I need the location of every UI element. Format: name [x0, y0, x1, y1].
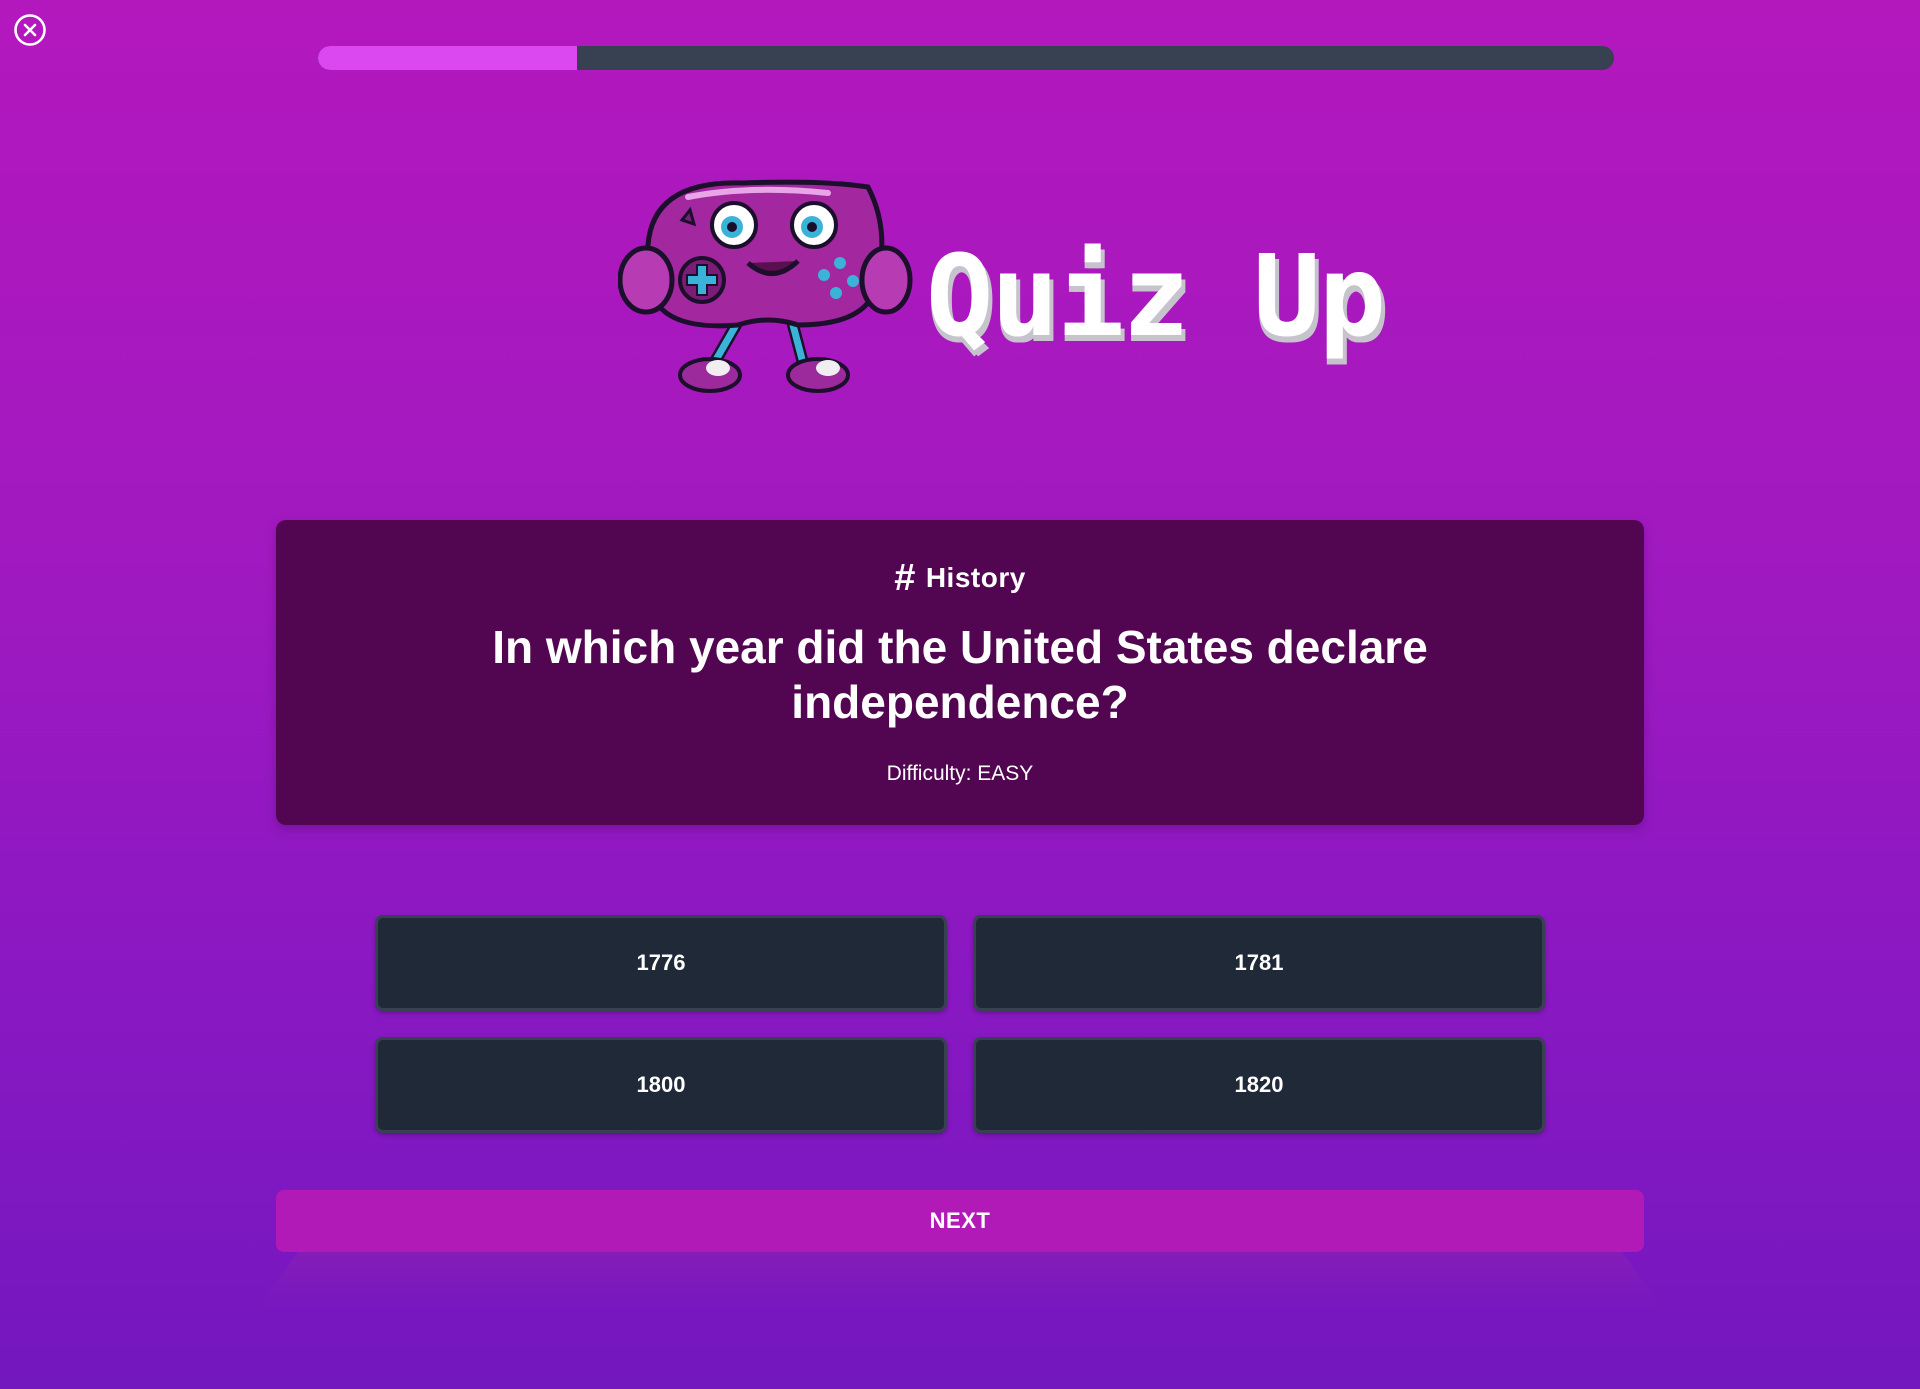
- answer-option-3[interactable]: 1800: [375, 1037, 947, 1133]
- hash-icon: #: [894, 557, 916, 599]
- progress-bar: [318, 46, 1614, 70]
- question-text: In which year did the United States decl…: [492, 621, 1428, 728]
- progress-fill: [318, 46, 578, 70]
- category-name: History: [925, 562, 1026, 593]
- close-button[interactable]: [13, 13, 47, 47]
- answer-grid: 1776 1781 1800 1820: [375, 915, 1545, 1133]
- next-button-reflection: [256, 1252, 1664, 1308]
- question-card: # History In which year did the United S…: [276, 520, 1644, 825]
- difficulty-label: Difficulty: EASY: [886, 762, 1034, 785]
- brand-title: Quiz Up: [926, 232, 1386, 362]
- category-label: # History: [276, 558, 1644, 598]
- answer-option-1[interactable]: 1776: [375, 915, 947, 1011]
- answer-option-4[interactable]: 1820: [973, 1037, 1545, 1133]
- close-circle-icon: [14, 14, 46, 46]
- answer-option-2[interactable]: 1781: [973, 915, 1545, 1011]
- next-button[interactable]: NEXT: [276, 1190, 1644, 1252]
- brand-logo: Quiz Up: [618, 175, 1386, 395]
- gamepad-mascot-icon: [618, 179, 913, 393]
